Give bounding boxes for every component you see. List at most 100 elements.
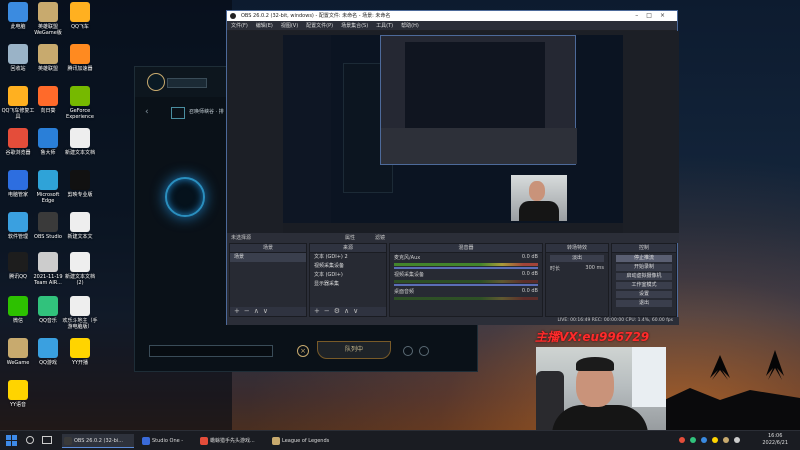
window-controls[interactable]: –□× (635, 11, 673, 21)
source-item[interactable]: 显示器采集 (310, 280, 386, 289)
obs-preview-area[interactable] (227, 31, 679, 241)
exit-button[interactable]: 退出 (616, 300, 672, 307)
scenes-dock: 场景 场景 +−∧∨ (229, 243, 307, 317)
transition-select[interactable]: 淡出 (550, 255, 604, 262)
desktop-shortcut[interactable]: 向日葵 (30, 86, 66, 114)
scene-item[interactable]: 场景 (230, 253, 306, 262)
taskbar-app-label: League of Legends (282, 438, 330, 444)
desktop-shortcut[interactable]: 新建文本文档 (2) (62, 252, 98, 286)
start-recording-button[interactable]: 开始录制 (616, 264, 672, 271)
desktop-shortcut[interactable]: YY开播 (62, 338, 98, 366)
tray-app-icon[interactable] (712, 437, 718, 443)
desktop-shortcut[interactable]: GeForce Experience (62, 86, 98, 120)
channel-db: 0.0 dB (521, 288, 538, 294)
app-icon (272, 437, 280, 445)
chat-input[interactable] (149, 345, 273, 357)
shortcut-label: YY开播 (71, 360, 89, 366)
desktop-shortcut[interactable]: 腾讯加速器 (62, 44, 98, 72)
preview-canvas[interactable] (283, 35, 623, 235)
back-arrow-icon[interactable]: ‹ (145, 107, 149, 117)
volume-icon[interactable] (734, 437, 740, 443)
taskbar-clock[interactable]: 16:06 2022/6/21 (762, 433, 788, 447)
task-view-icon[interactable] (42, 436, 52, 444)
league-logo-icon[interactable] (147, 73, 165, 91)
taskbar-app-button[interactable]: Studio One - 202... (140, 434, 194, 448)
queue-orb (165, 177, 205, 217)
volume-slider[interactable] (394, 284, 538, 286)
channel-name: 视频采集设备 (394, 272, 425, 278)
desktop-shortcut[interactable]: 新建文本文档 (62, 128, 98, 156)
taskbar-app-label: 蟾蜍猎手先头游戏... (210, 438, 255, 444)
source-item[interactable]: 视频采集设备 (310, 262, 386, 271)
tray-app-icon[interactable] (690, 437, 696, 443)
queue-button[interactable]: 队列中 (317, 341, 391, 359)
properties-button[interactable]: 属性 (345, 233, 355, 243)
studio-mode-button[interactable]: 工作室模式 (616, 282, 672, 289)
start-virtual-camera-button[interactable]: 启动虚拟摄像机 (616, 273, 672, 280)
desktop-shortcut[interactable]: Microsoft Edge (30, 170, 66, 204)
league-play-tab[interactable] (167, 78, 207, 88)
no-source-label: 未选择源 (231, 235, 252, 241)
filters-button[interactable]: 滤镜 (375, 233, 385, 243)
menu-view[interactable]: 视图(V) (281, 21, 298, 30)
windows-start-icon[interactable] (6, 435, 17, 446)
mixer-dock-title: 混音器 (390, 244, 542, 253)
app-icon (64, 437, 72, 445)
controls-dock: 控制 停止推流 开始录制 启动虚拟摄像机 工作室模式 设置 退出 (611, 243, 677, 317)
shortcut-label: GeForce Experience (66, 108, 94, 120)
desktop-shortcut[interactable]: 新建文本文 (62, 212, 98, 240)
transitions-dock-title: 转场特效 (546, 244, 608, 253)
app-icon (70, 2, 90, 22)
desktop-shortcut[interactable]: OBS Studio (30, 212, 66, 240)
search-icon[interactable] (26, 436, 34, 444)
settings-button[interactable]: 设置 (616, 291, 672, 298)
taskbar-app-button[interactable]: OBS 26.0.2 (32-bi... (62, 434, 134, 448)
shortcut-label: QQ游戏 (39, 360, 57, 366)
system-tray[interactable] (679, 437, 740, 443)
cancel-queue-icon[interactable]: × (297, 345, 309, 357)
desktop-shortcut[interactable]: 剪映专业版 (62, 170, 98, 198)
desktop-shortcut[interactable]: QQ游戏 (30, 338, 66, 366)
mixer-channel: 视频采集设备 0.0 dB (390, 270, 542, 279)
volume-slider[interactable] (394, 267, 538, 269)
menu-file[interactable]: 文件(F) (231, 21, 248, 30)
taskbar-app-button[interactable]: 蟾蜍猎手先头游戏... (198, 434, 266, 448)
app-icon (38, 44, 58, 64)
shortcut-label: 剪映专业版 (67, 192, 93, 198)
shortcut-label: 新建文本文档 (64, 150, 95, 156)
settings-gear-icon[interactable] (419, 346, 429, 356)
scenes-dock-toolbar[interactable]: +−∧∨ (230, 307, 306, 316)
source-item[interactable]: 文本 (GDI+) 2 (310, 253, 386, 262)
shortcut-label: QQ音乐 (39, 318, 57, 324)
desktop-shortcut[interactable]: 2021-11-19 Team AIR... (30, 252, 66, 286)
taskbar-app-button[interactable]: League of Legends (270, 434, 342, 448)
desktop-shortcut[interactable]: YY语音 (0, 380, 36, 408)
volume-meter (394, 297, 538, 300)
tray-app-icon[interactable] (701, 437, 707, 443)
party-icon[interactable] (403, 346, 413, 356)
app-icon (38, 252, 58, 272)
volume-meter (394, 263, 538, 266)
shortcut-label: YY语音 (9, 402, 27, 408)
desktop-shortcut[interactable]: 英雄联盟 (30, 44, 66, 72)
desktop-shortcut[interactable]: 鲁大师 (30, 128, 66, 156)
desktop-shortcut[interactable]: 欢乐斗地主（手游电脑版） (62, 296, 98, 330)
app-icon (70, 212, 90, 232)
desktop-shortcut[interactable]: 英雄联盟 WeGame版 (30, 2, 66, 36)
desktop-shortcut[interactable]: QQ飞车 (62, 2, 98, 30)
tray-app-icon[interactable] (679, 437, 685, 443)
stop-streaming-button[interactable]: 停止推流 (616, 255, 672, 262)
menu-tools[interactable]: 工具(T) (376, 21, 393, 30)
obs-window[interactable]: OBS 26.0.2 (32-bit, windows) - 配置文件: 未命名… (226, 10, 679, 325)
sources-dock-toolbar[interactable]: +−⚙∧∨ (310, 307, 386, 316)
menu-help[interactable]: 帮助(H) (401, 21, 419, 30)
tray-app-icon[interactable] (723, 437, 729, 443)
source-item[interactable]: 文本 (GDI+) (310, 271, 386, 280)
menu-edit[interactable]: 编辑(E) (256, 21, 273, 30)
menu-scene-collection[interactable]: 场景集合(S) (341, 21, 368, 30)
desktop-shortcut[interactable]: QQ音乐 (30, 296, 66, 324)
menu-profile[interactable]: 配置文件(P) (306, 21, 333, 30)
app-icon (8, 44, 28, 64)
channel-name: 桌面音频 (394, 289, 415, 295)
duration-input[interactable]: 300 ms (585, 265, 604, 272)
